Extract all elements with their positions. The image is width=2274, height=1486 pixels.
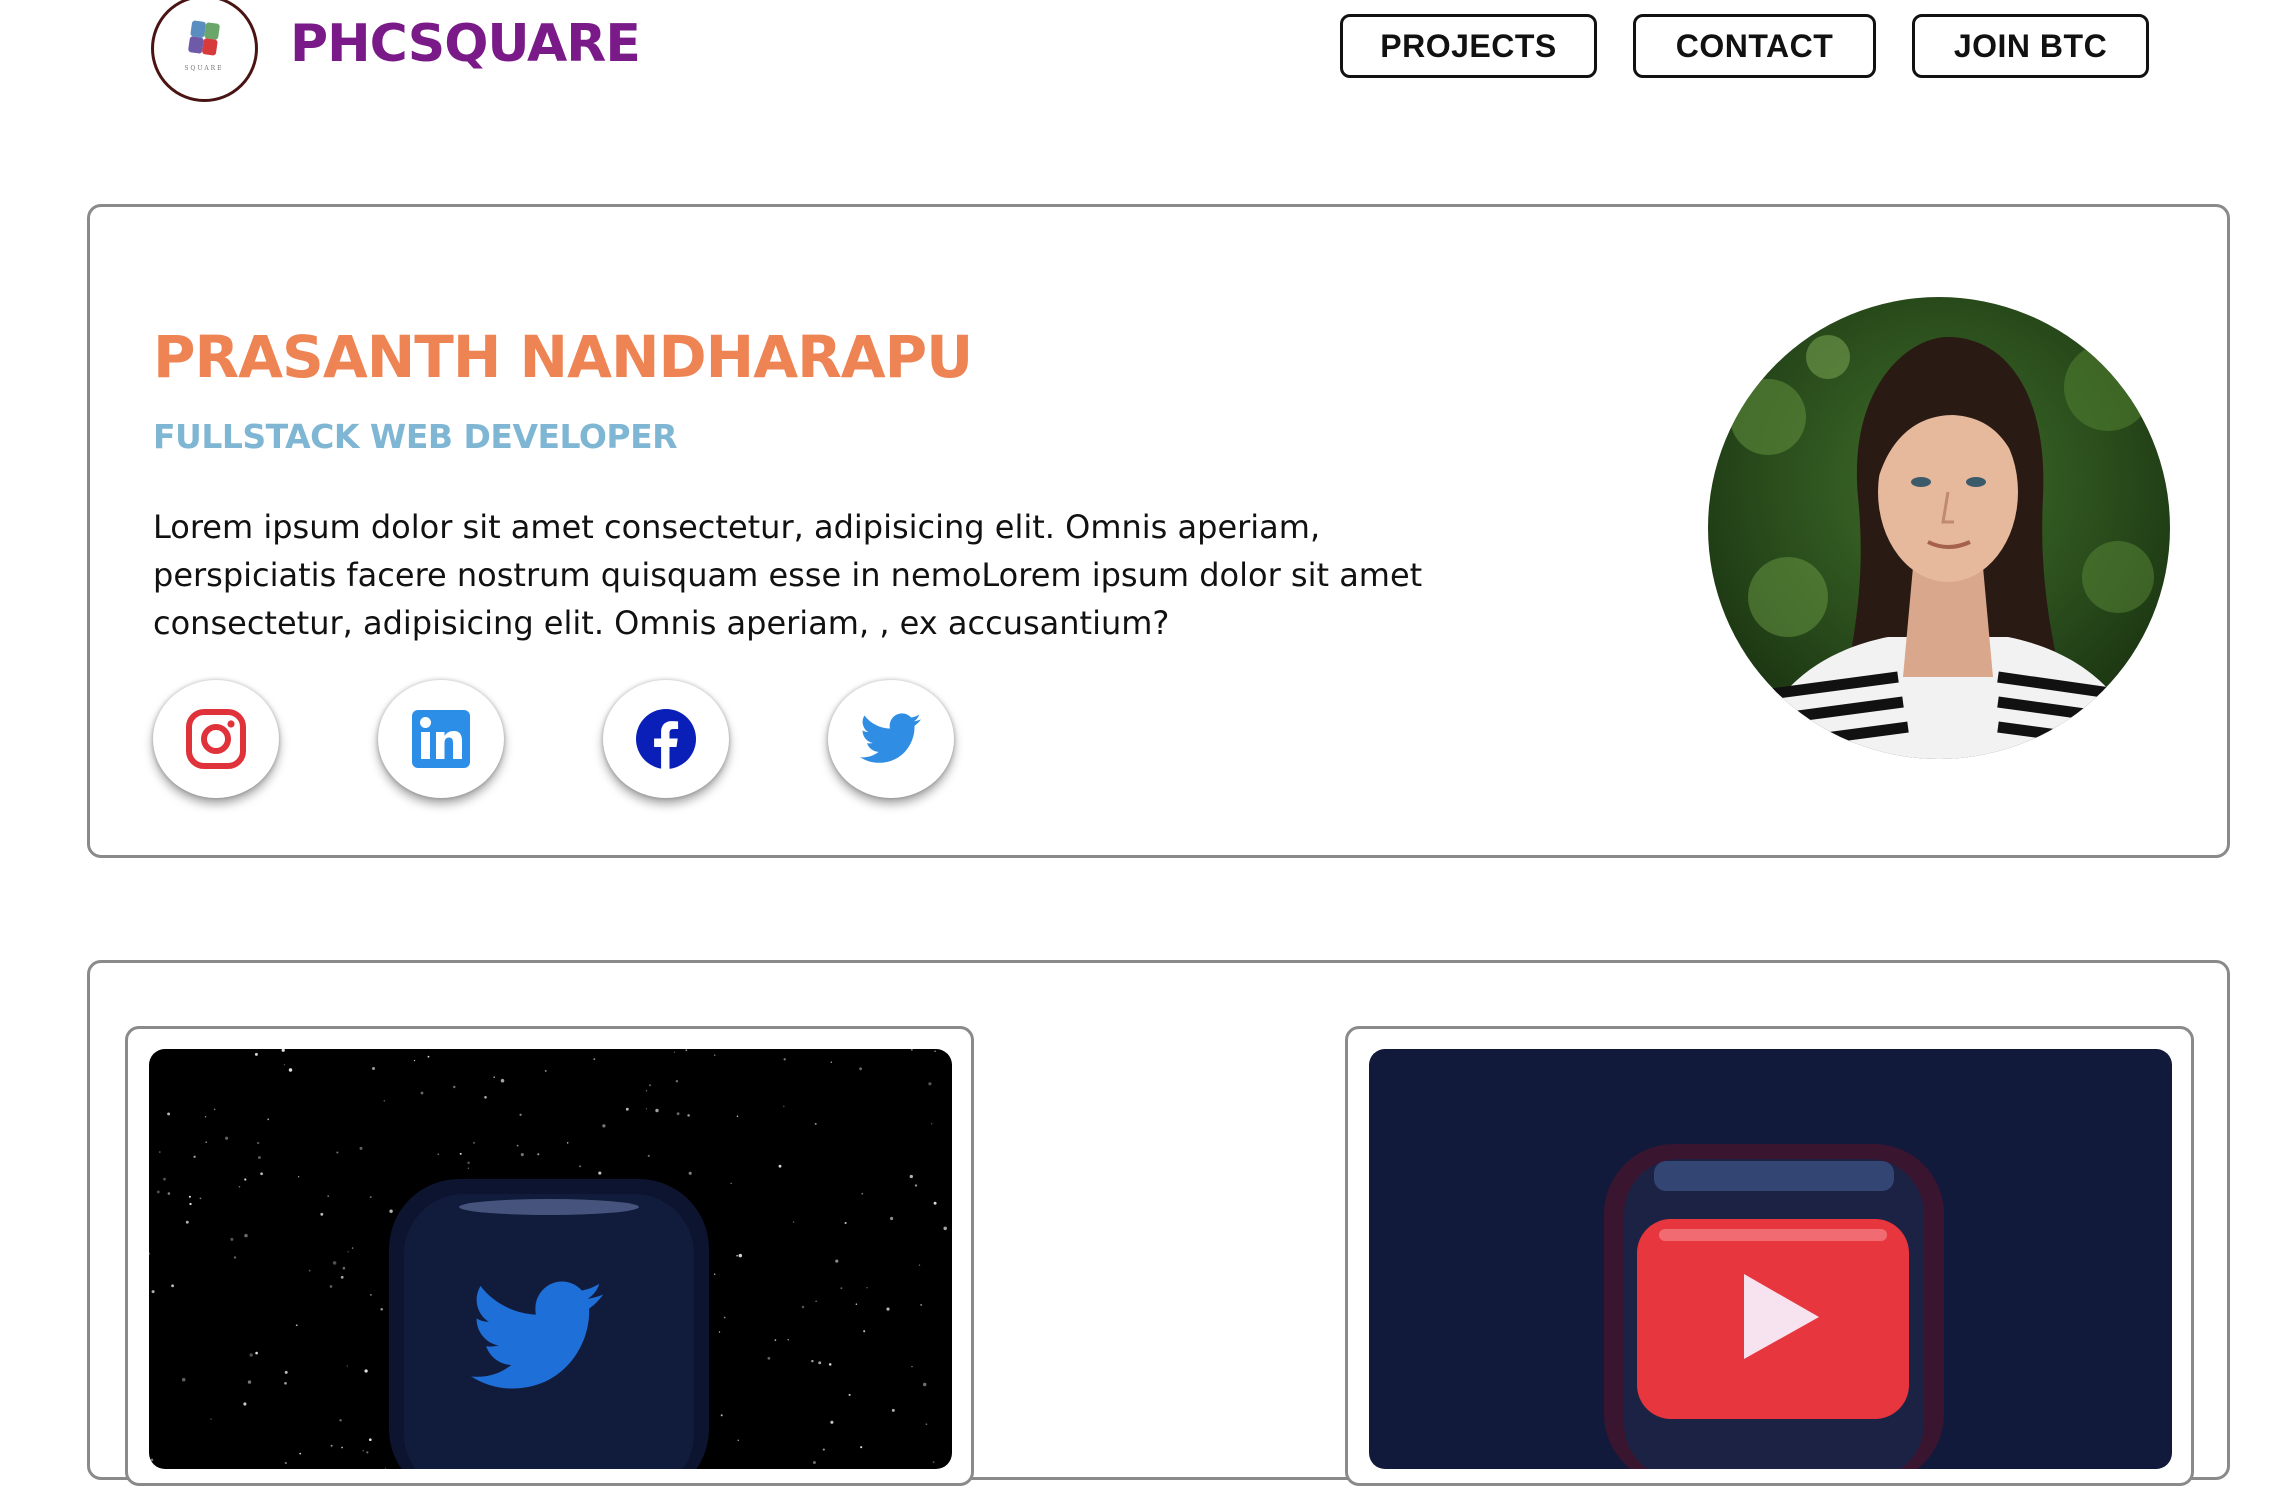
facebook-link[interactable] [603, 680, 729, 798]
youtube-3d-icon [1369, 1049, 2172, 1469]
linkedin-icon [412, 710, 470, 768]
nav-join-btc-button[interactable]: JOIN BTC [1912, 14, 2149, 78]
svg-text:SQUARE: SQUARE [184, 65, 223, 72]
nav-contact-button[interactable]: CONTACT [1633, 14, 1876, 78]
profile-bio: Lorem ipsum dolor sit amet consectetur, … [153, 508, 1423, 642]
linkedin-link[interactable] [378, 680, 504, 798]
profile-name: PRASANTH NANDHARAPU [153, 323, 973, 391]
instagram-icon [186, 709, 246, 769]
projects-section [87, 960, 2230, 1486]
instagram-link[interactable] [153, 680, 279, 798]
profile-role: FULLSTACK WEB DEVELOPER [153, 417, 678, 456]
profile-photo-image [1708, 297, 2170, 759]
project-card[interactable] [1345, 1026, 2194, 1486]
brand-logo[interactable]: SQUARE [151, 0, 258, 102]
project-thumbnail[interactable] [1369, 1049, 2172, 1469]
brand-name[interactable]: PHCSQUARE [290, 14, 641, 74]
twitter-link[interactable] [828, 680, 954, 798]
project-card[interactable] [125, 1026, 974, 1486]
nav-projects-button[interactable]: PROJECTS [1340, 14, 1597, 78]
facebook-icon [636, 709, 696, 769]
profile-card: PRASANTH NANDHARAPU FULLSTACK WEB DEVELO… [87, 204, 2230, 858]
twitter-3d-icon [149, 1049, 952, 1469]
project-thumbnail[interactable] [149, 1049, 952, 1469]
profile-photo [1708, 297, 2170, 759]
site-header: SQUARE PHCSQUARE PROJECTS CONTACT JOIN B… [0, 0, 2274, 110]
twitter-icon [860, 713, 921, 763]
logo-mark-icon: SQUARE [184, 20, 223, 72]
